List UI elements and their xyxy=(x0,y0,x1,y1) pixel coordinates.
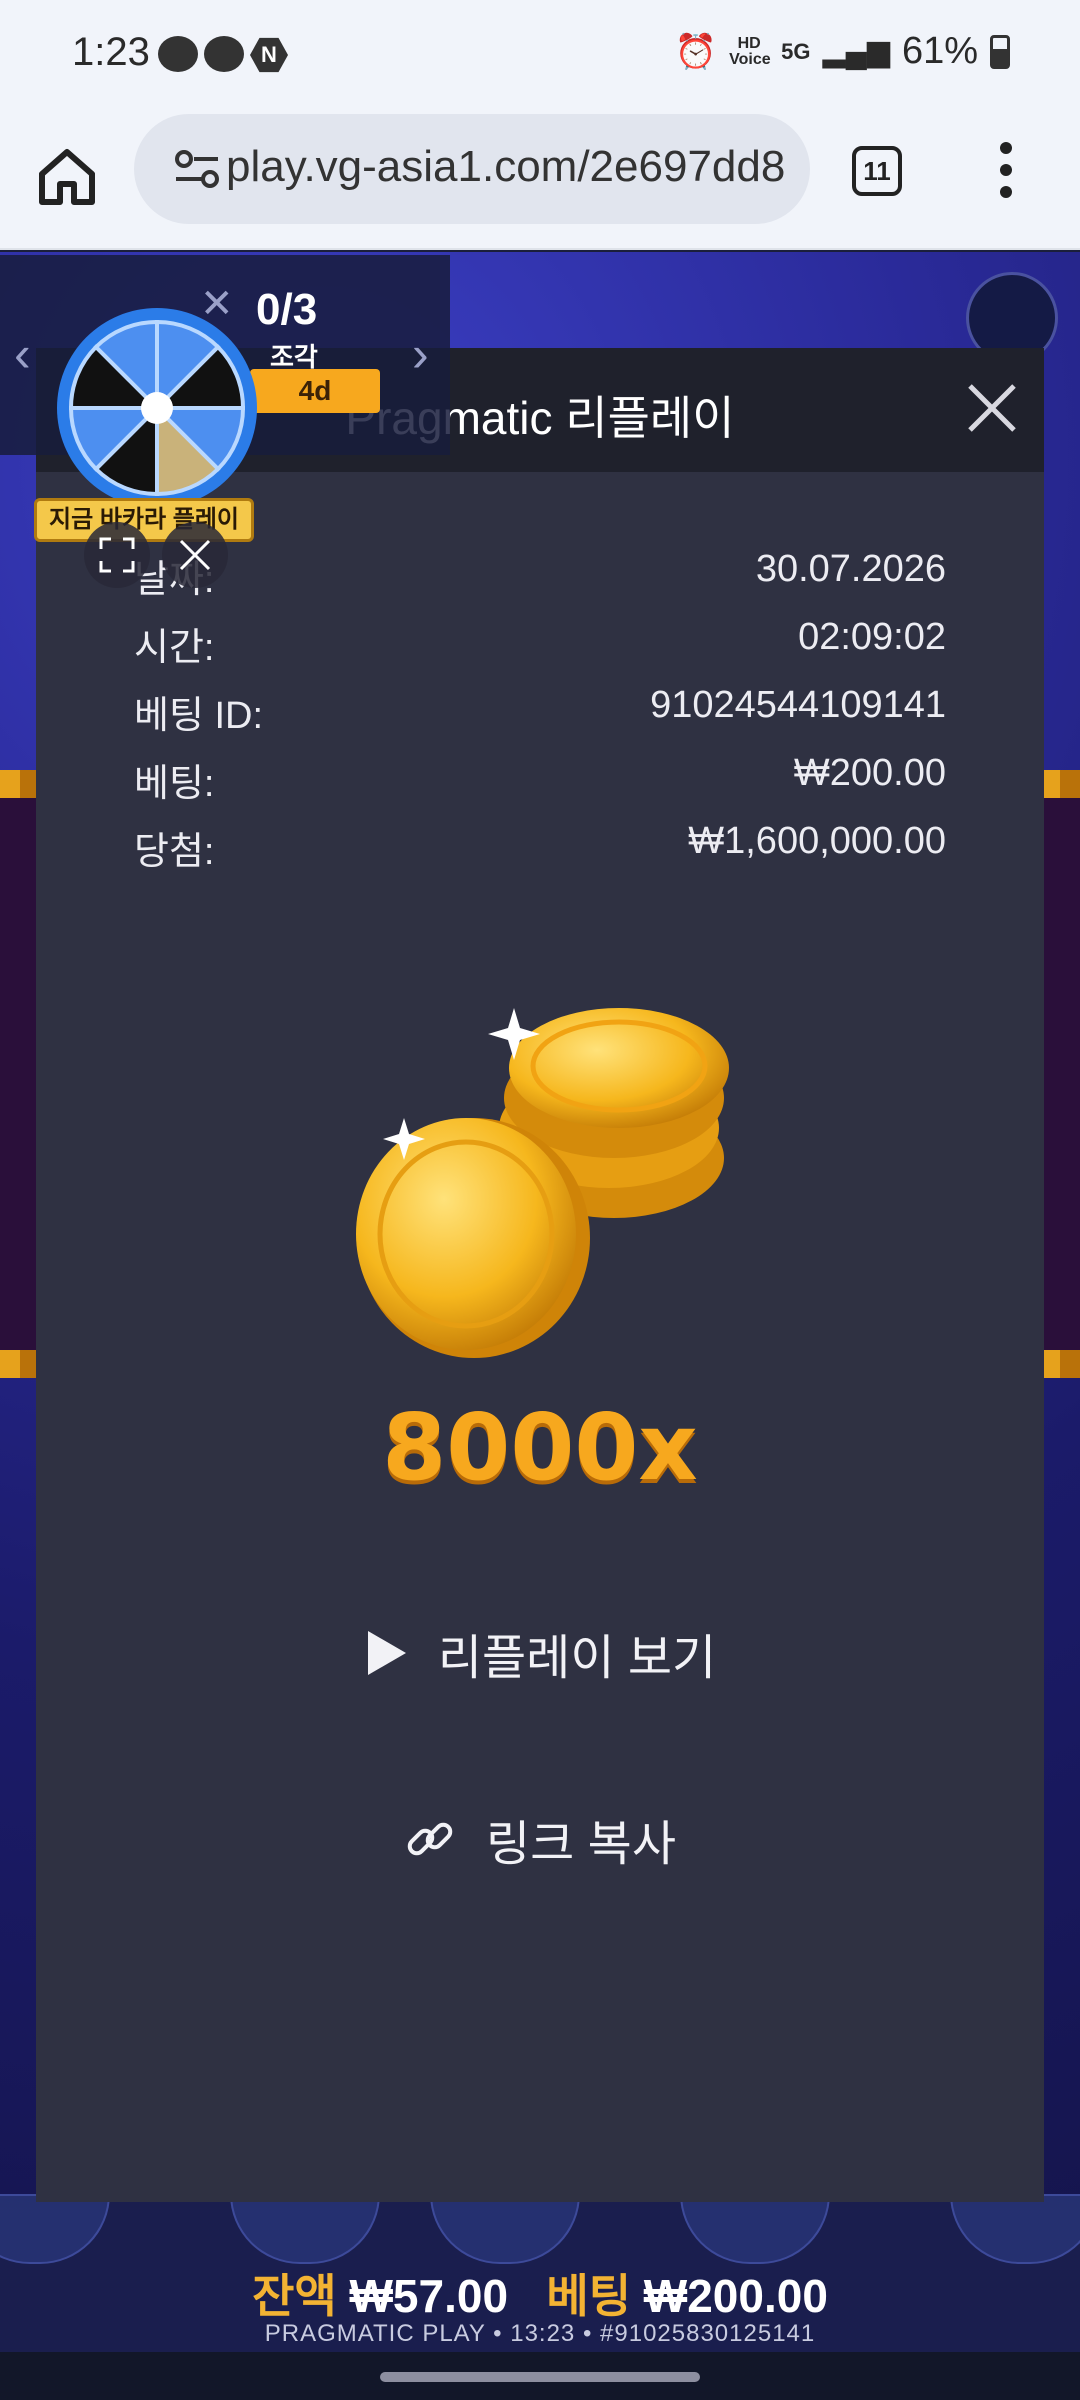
win-label: 당첨: xyxy=(134,831,215,873)
chevron-left-icon[interactable]: ‹ xyxy=(14,325,31,383)
link-icon xyxy=(407,1822,453,1856)
prize-wheel-icon[interactable] xyxy=(54,305,260,511)
hud-menu-button[interactable] xyxy=(950,2194,1080,2264)
spin-button[interactable] xyxy=(430,2194,580,2264)
info-row-date: 날짜: 30.07.2026 xyxy=(134,548,946,616)
copy-link-button[interactable]: 링크 복사 xyxy=(36,1804,1044,1874)
time-value: 02:09:02 xyxy=(798,616,946,658)
replay-modal: Pragmatic 리플레이 날짜: 30.07.2026 시간: 02:09:… xyxy=(36,348,1044,2202)
alarm-icon: ⏰ xyxy=(674,32,718,71)
game-hud: 잔액 ₩57.00 베팅 ₩200.00 PRAGMATIC PLAY • 13… xyxy=(0,2194,1080,2352)
tab-switcher-button[interactable]: 11 xyxy=(852,146,902,196)
address-bar[interactable]: play.vg-asia1.com/2e697dd8 xyxy=(134,114,810,224)
win-value: ₩1,600,000.00 xyxy=(688,820,946,862)
url-text[interactable]: play.vg-asia1.com/2e697dd8 xyxy=(226,142,786,192)
site-settings-icon[interactable] xyxy=(174,148,220,190)
bet-value: ₩200.00 xyxy=(643,2270,828,2322)
navigation-bar xyxy=(0,2352,1080,2400)
hud-button-left[interactable] xyxy=(0,2194,110,2264)
time-label: 시간: xyxy=(134,627,215,669)
hud-button-4[interactable] xyxy=(680,2194,830,2264)
hud-button-2[interactable] xyxy=(230,2194,380,2264)
status-right: ⏰ HD Voice 5G ▂▄▆ 61% xyxy=(675,30,1010,73)
game-footer: PRAGMATIC PLAY • 13:23 • #91025830125141 xyxy=(264,2320,816,2347)
watch-replay-button[interactable]: 리플레이 보기 xyxy=(36,1618,1044,1688)
bet-amount-value: ₩200.00 xyxy=(793,752,946,794)
bet-amount-label: 베팅: xyxy=(134,763,215,805)
info-row-bet: 베팅: ₩200.00 xyxy=(134,752,946,820)
watch-replay-label: 리플레이 보기 xyxy=(437,1632,717,1685)
browser-toolbar: play.vg-asia1.com/2e697dd8 11 xyxy=(0,110,1080,250)
status-time: 1:23 xyxy=(72,30,150,74)
info-row-bet-id: 베팅 ID: 91024544109141 xyxy=(134,684,946,752)
battery-percent: 61% xyxy=(901,30,978,72)
copy-link-label: 링크 복사 xyxy=(486,1818,676,1871)
bet-info-list: 날짜: 30.07.2026 시간: 02:09:02 베팅 ID: 91024… xyxy=(134,548,946,888)
expand-icon[interactable] xyxy=(84,522,150,588)
chevron-right-icon[interactable]: › xyxy=(412,325,429,383)
bet-label: 베팅 xyxy=(546,2270,632,2322)
win-multiplier: 8000x xyxy=(382,1394,698,1501)
network-5g-icon: 5G xyxy=(781,38,811,64)
status-bar: 1:23 N ⏰ HD Voice 5G ▂▄▆ 61% xyxy=(0,0,1080,110)
home-icon[interactable] xyxy=(34,144,100,210)
balance-bet-line: 잔액 ₩57.00 베팅 ₩200.00 xyxy=(0,2260,1080,2326)
promo-timer: 4d xyxy=(250,369,380,413)
n-app-icon: N xyxy=(250,37,288,73)
close-promo-icon[interactable] xyxy=(162,522,228,588)
gold-coins-icon xyxy=(356,1008,729,1358)
battery-icon xyxy=(990,34,1010,69)
gesture-handle[interactable] xyxy=(380,2372,700,2382)
play-icon xyxy=(367,1631,406,1675)
signal-icon: ▂▄▆ xyxy=(822,35,890,68)
promo-count: 0/3 xyxy=(256,285,318,334)
date-value: 30.07.2026 xyxy=(755,548,946,590)
chat-notification-icon-2 xyxy=(204,36,244,72)
bet-id-label: 베팅 ID: xyxy=(134,695,264,737)
hd-voice-icon: HD Voice xyxy=(729,34,771,68)
notification-icons: N xyxy=(158,36,288,74)
bet-id-value: 91024544109141 xyxy=(650,684,946,726)
close-icon[interactable] xyxy=(962,378,1022,438)
balance-value: ₩57.00 xyxy=(349,2270,509,2322)
more-menu-icon[interactable] xyxy=(994,142,1018,202)
chat-notification-icon xyxy=(158,36,198,72)
info-row-win: 당첨: ₩1,600,000.00 xyxy=(134,820,946,888)
info-row-time: 시간: 02:09:02 xyxy=(134,616,946,684)
balance-label: 잔액 xyxy=(252,2270,337,2322)
